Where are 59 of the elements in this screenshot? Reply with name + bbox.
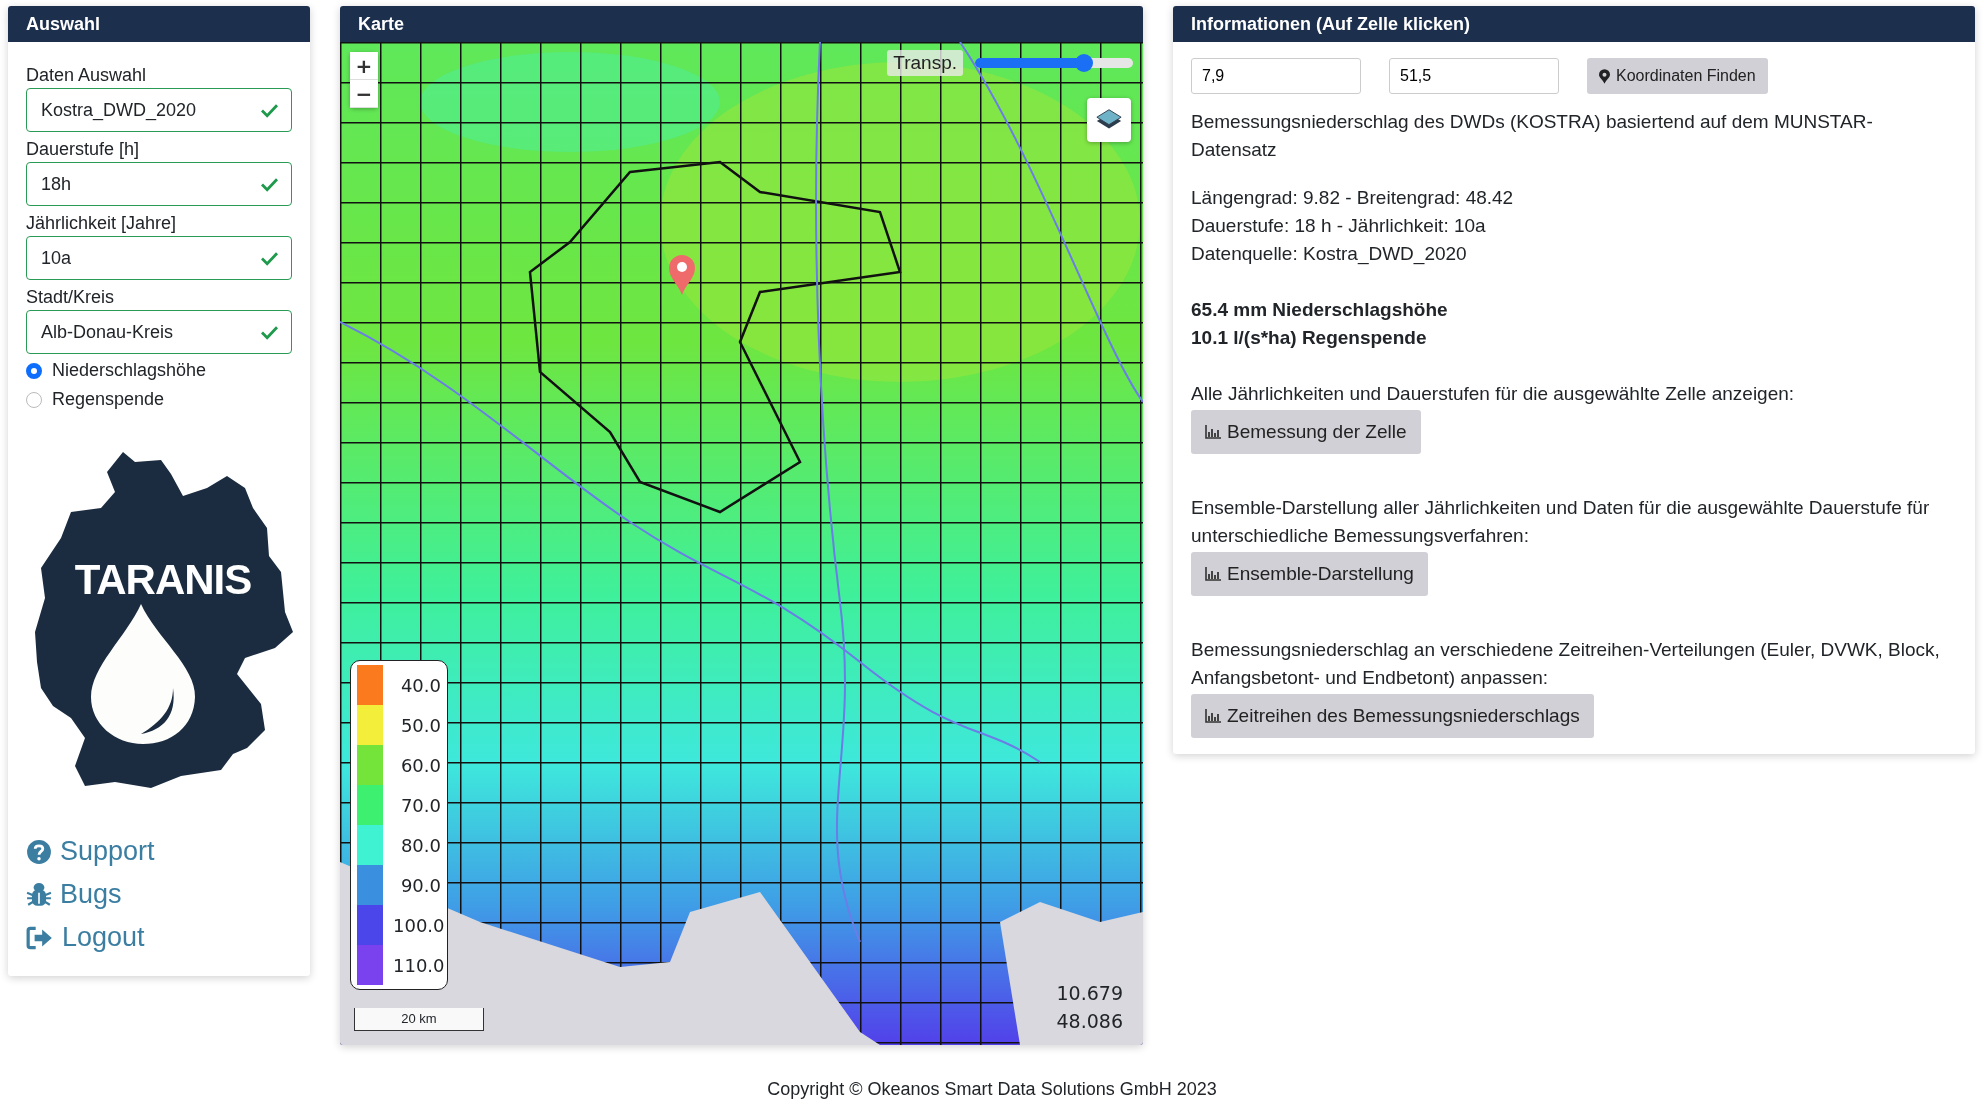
legend-label: 80.0 [399, 834, 441, 856]
zoom-button[interactable]: + [350, 52, 378, 80]
nav-link[interactable]: Logout [26, 922, 145, 953]
detail-text: Datenquelle: Kostra_DWD_2020 [1191, 242, 1468, 267]
detail-text: Längengrad: 9.82 - Breitengrad: 48.42 [1191, 186, 1515, 210]
bar-chart-icon [1205, 709, 1221, 723]
legend-label: 50.0 [399, 714, 441, 736]
field-label: Stadt/Kreis [26, 286, 116, 309]
check-icon [260, 250, 279, 266]
select-field[interactable]: Kostra_DWD_2020 [26, 88, 292, 132]
action-description: Alle Jährlichkeiten und Dauerstufen für die ausgewählte Zelle anzeigen: [1191, 382, 1796, 406]
bar-chart-icon [1205, 425, 1221, 439]
select-field[interactable]: 18h [26, 162, 292, 206]
field-label: Daten Auswahl [26, 64, 148, 87]
bug-icon [26, 881, 52, 908]
chart-button[interactable]: Bemessung der Zelle [1191, 410, 1421, 454]
logo-text: TARANIS [74, 556, 252, 603]
panel-title: Informationen (Auf Zelle klicken) [1173, 6, 1975, 42]
logout-icon [26, 924, 54, 951]
check-icon [260, 176, 279, 192]
description-text: Bemessungsniederschlag des DWDs (KOSTRA) basiertend auf dem MUNSTAR-Datensatz [1191, 110, 1874, 162]
layers-button[interactable] [1087, 98, 1131, 142]
detail-text: Dauerstufe: 18 h - Jährlichkeit: 10a [1191, 214, 1487, 238]
result-text: 10.1 l/(s*ha) Regenspende [1191, 326, 1428, 350]
check-icon [260, 324, 279, 340]
legend-label: 90.0 [399, 874, 441, 896]
zoom-button[interactable]: − [350, 80, 378, 108]
help-icon [26, 838, 52, 865]
coordinate-input[interactable]: 51,5 [1389, 58, 1559, 94]
radio-label: Niederschlagshöhe [52, 360, 207, 381]
legend-label: 60.0 [399, 754, 441, 776]
result-text: 65.4 mm Niederschlagshöhe [1191, 298, 1449, 322]
map-marker-icon [1599, 68, 1610, 84]
chart-button[interactable]: Ensemble-Darstellung [1191, 552, 1428, 596]
coordinate-input[interactable]: 7,9 [1191, 58, 1361, 94]
nav-link[interactable]: Bugs [26, 879, 122, 910]
panel-title: Karte [340, 6, 1143, 42]
check-icon [260, 102, 279, 118]
panel-title: Auswahl [8, 6, 310, 42]
bar-chart-icon [1205, 567, 1221, 581]
copyright-text: Copyright © Okeanos Smart Data Solutions GmbH 2023 [766, 1079, 1218, 1100]
nav-link[interactable]: Support [26, 836, 155, 867]
field-label: Dauerstufe [h] [26, 138, 141, 161]
action-description: Ensemble-Darstellung aller Jährlichkeiten und Daten für die ausgewählte Dauerstufe für unterschiedliche Bemessungsverfahren: [1191, 496, 1931, 548]
legend-label: 70.0 [399, 794, 441, 816]
radio-button[interactable] [26, 362, 42, 379]
field-label: Jährlichkeit [Jahre] [26, 212, 178, 235]
coordinate-text: 10.679 [1056, 981, 1123, 1006]
radio-label: Regenspende [52, 389, 165, 410]
select-field[interactable]: 10a [26, 236, 292, 280]
legend-label: 40.0 [399, 674, 441, 696]
select-field[interactable]: Alb-Donau-Kreis [26, 310, 292, 354]
map-pin-icon [668, 254, 696, 296]
find-coordinates-button[interactable]: Koordinaten Finden [1587, 58, 1768, 94]
coordinate-text: 48.086 [1056, 1009, 1123, 1034]
chart-button[interactable]: Zeitreihen des Bemessungsniederschlags [1191, 694, 1594, 738]
action-description: Bemessungsniederschlag an verschiedene Zeitreihen-Verteilungen (Euler, DVWK, Block, Anfangsbetont- und Endbetont) anpassen: [1191, 638, 1941, 690]
scale-bar: 20 km [354, 1008, 484, 1031]
slider-label: Transp. [887, 50, 963, 76]
